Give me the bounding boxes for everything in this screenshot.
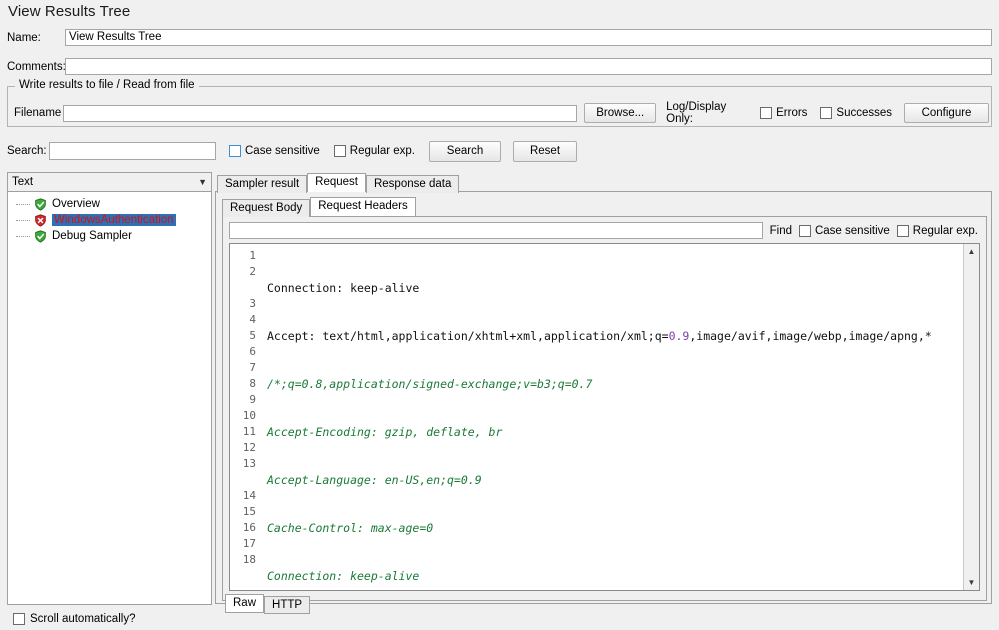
search-regular-exp-checkbox[interactable]: Regular exp. bbox=[333, 145, 416, 157]
search-case-sensitive-checkbox[interactable]: Case sensitive bbox=[229, 145, 320, 157]
code-number-token: 0.9 bbox=[668, 329, 690, 343]
find-regular-exp-label: Regular exp. bbox=[912, 224, 978, 237]
filename-row: Filename Browse... Log/Display Only: Err… bbox=[14, 101, 989, 125]
tree-item-overview[interactable]: Overview bbox=[8, 196, 211, 212]
request-tab-panel: Request Body Request Headers Find Case s… bbox=[215, 191, 992, 614]
find-label: Find bbox=[769, 224, 792, 237]
request-tabs: Request Body Request Headers bbox=[216, 196, 991, 217]
search-button[interactable]: Search bbox=[429, 140, 502, 162]
tab-request[interactable]: Request bbox=[307, 173, 366, 192]
find-regular-exp-box[interactable] bbox=[896, 224, 909, 237]
tree-connector bbox=[16, 236, 30, 237]
tree-item-label: Overview bbox=[52, 198, 100, 210]
filename-input[interactable] bbox=[63, 104, 578, 122]
search-case-sensitive-label: Case sensitive bbox=[245, 145, 320, 157]
search-input[interactable] bbox=[49, 142, 216, 160]
tree-item-debug-sampler[interactable]: Debug Sampler bbox=[8, 228, 211, 244]
success-shield-icon bbox=[34, 229, 47, 243]
renderer-select-value: Text bbox=[12, 176, 34, 188]
success-shield-icon bbox=[34, 197, 47, 211]
renderer-select[interactable]: Text ▼ bbox=[7, 172, 212, 192]
scroll-automatically-checkbox[interactable]: Scroll automatically? bbox=[7, 608, 212, 629]
tree-item-windowsauthentication[interactable]: WindowsAuthentication bbox=[8, 212, 211, 228]
comments-label: Comments: bbox=[7, 60, 66, 73]
request-headers-panel: Find Case sensitive Regular exp. 1 2 3 4… bbox=[222, 216, 987, 614]
search-regular-exp-box[interactable] bbox=[333, 145, 346, 157]
search-bar: Search: Case sensitive Regular exp. Sear… bbox=[7, 138, 992, 164]
scroll-automatically-label: Scroll automatically? bbox=[30, 612, 136, 625]
comments-row: Comments: bbox=[7, 58, 992, 75]
errors-checkbox-label: Errors bbox=[776, 107, 808, 119]
filename-label: Filename bbox=[14, 107, 62, 119]
search-label: Search: bbox=[7, 145, 47, 157]
tab-request-headers[interactable]: Request Headers bbox=[310, 197, 416, 216]
code-line: Accept-Encoding: gzip, deflate, br bbox=[267, 425, 503, 439]
code-vertical-scrollbar[interactable]: ▲ ▼ bbox=[963, 244, 979, 590]
tab-response-data[interactable]: Response data bbox=[365, 175, 460, 193]
find-case-sensitive-label: Case sensitive bbox=[814, 224, 890, 237]
browse-button[interactable]: Browse... bbox=[584, 103, 657, 123]
error-shield-icon bbox=[34, 213, 47, 227]
successes-checkbox-label: Successes bbox=[836, 107, 893, 119]
name-input[interactable] bbox=[65, 29, 992, 46]
tab-request-body[interactable]: Request Body bbox=[222, 199, 311, 217]
errors-checkbox[interactable]: Errors bbox=[760, 107, 807, 119]
search-regular-exp-label: Regular exp. bbox=[349, 145, 416, 157]
configure-button[interactable]: Configure bbox=[904, 103, 989, 123]
find-case-sensitive-box[interactable] bbox=[798, 224, 811, 237]
result-tabs: Sampler result Request Response data bbox=[215, 172, 992, 193]
reset-button[interactable]: Reset bbox=[513, 140, 578, 162]
code-line: Accept-Language: en-US,en;q=0.9 bbox=[267, 473, 482, 487]
line-number-gutter: 1 2 3 4 5 6 7 8 9 10 11 12 13 14 15 16 1… bbox=[230, 244, 261, 590]
write-results-legend: Write results to file / Read from file bbox=[15, 79, 199, 91]
results-tree[interactable]: Overview WindowsAuthentication Debug Sam… bbox=[7, 192, 212, 605]
code-line: Connection: keep-alive bbox=[267, 281, 420, 295]
view-results-tree-window: View Results Tree Name: Comments: Write … bbox=[0, 0, 999, 630]
tab-http[interactable]: HTTP bbox=[264, 596, 311, 614]
find-input[interactable] bbox=[229, 222, 763, 239]
tab-sampler-result[interactable]: Sampler result bbox=[217, 175, 308, 193]
successes-checkbox-box[interactable] bbox=[820, 107, 833, 119]
request-headers-code-view[interactable]: 1 2 3 4 5 6 7 8 9 10 11 12 13 14 15 16 1… bbox=[229, 243, 980, 591]
log-display-label: Log/Display Only: bbox=[666, 101, 727, 125]
chevron-down-icon: ▼ bbox=[198, 177, 207, 187]
name-label: Name: bbox=[7, 31, 41, 44]
search-case-sensitive-box[interactable] bbox=[229, 145, 241, 157]
code-line: Accept: text/html,application/xhtml+xml,… bbox=[267, 328, 963, 344]
scroll-automatically-box[interactable] bbox=[13, 612, 25, 625]
code-line-text: Accept: text/html,application/xhtml+xml,… bbox=[267, 329, 669, 343]
tab-raw[interactable]: Raw bbox=[225, 594, 265, 613]
successes-checkbox[interactable]: Successes bbox=[820, 107, 892, 119]
scroll-up-arrow-icon[interactable]: ▲ bbox=[964, 244, 979, 259]
find-bar: Find Case sensitive Regular exp. bbox=[229, 221, 980, 240]
raw-http-tabs: Raw HTTP bbox=[223, 594, 986, 614]
page-title: View Results Tree bbox=[8, 3, 131, 20]
code-content[interactable]: Connection: keep-alive Accept: text/html… bbox=[261, 244, 963, 590]
code-line: Connection: keep-alive bbox=[267, 569, 420, 583]
tree-item-label: WindowsAuthentication bbox=[52, 214, 176, 226]
code-line-tail: ,image/avif,image/webp,image/apng,* bbox=[689, 329, 932, 343]
tree-connector bbox=[16, 204, 30, 205]
tree-connector bbox=[16, 220, 30, 221]
find-case-sensitive-checkbox[interactable]: Case sensitive bbox=[798, 224, 890, 237]
comments-input[interactable] bbox=[65, 58, 992, 75]
code-line: /*;q=0.8,application/signed-exchange;v=b… bbox=[267, 377, 593, 391]
errors-checkbox-box[interactable] bbox=[760, 107, 773, 119]
find-regular-exp-checkbox[interactable]: Regular exp. bbox=[896, 224, 978, 237]
scroll-down-arrow-icon[interactable]: ▼ bbox=[964, 575, 979, 590]
name-row: Name: bbox=[7, 29, 992, 46]
result-detail-panel: Sampler result Request Response data Req… bbox=[215, 172, 992, 614]
tree-item-label: Debug Sampler bbox=[52, 230, 132, 242]
code-line: Cache-Control: max-age=0 bbox=[267, 521, 434, 535]
